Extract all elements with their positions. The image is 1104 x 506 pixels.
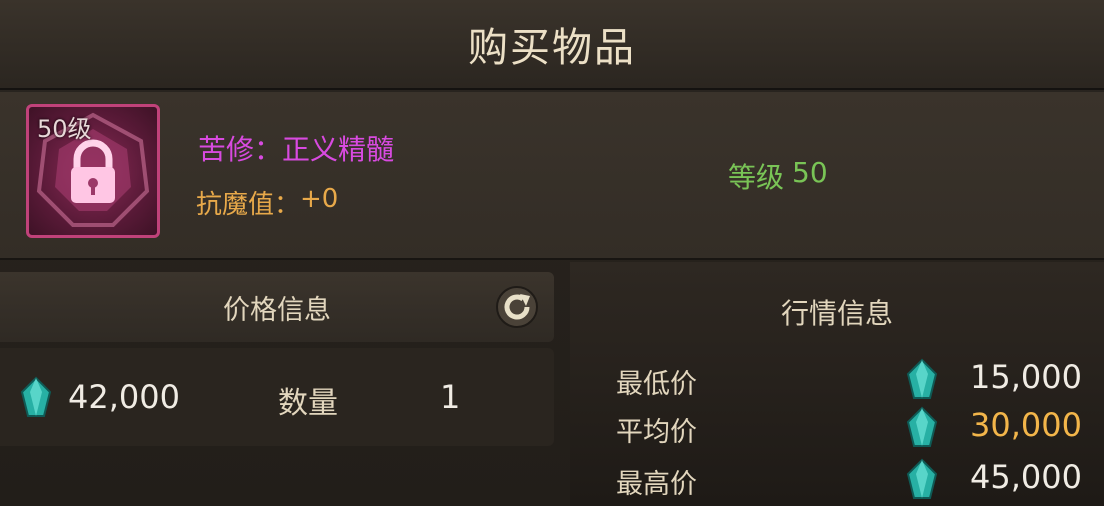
market-row-value: 45,000 [970,458,1082,496]
item-info-section: 50级 苦修： 正义精髓 抗魔值： +0 等级 50 [0,92,1104,260]
dialog-title: 购买物品 [468,25,636,71]
price-row: 42,000 数量 1 [0,348,554,446]
market-row-label: 最低价 [616,369,697,400]
market-info-title: 行情信息 [780,297,893,330]
item-level: 等级 50 [728,156,828,196]
title-bar: 购买物品 [0,0,1104,90]
refresh-icon [496,286,538,328]
market-info-panel: 行情信息 最低价 15,000 平均价 30,000 最高价 45,000 [570,262,1104,506]
attr-label: 抗魔值： [196,190,301,220]
price-info-title: 价格信息 [223,294,331,326]
market-row-label: 最高价 [616,469,697,500]
refresh-button[interactable] [494,284,540,330]
item-slot[interactable]: 50级 [26,104,160,238]
level-value: 50 [792,156,828,189]
buy-item-dialog: 购买物品 50级 苦修： 正义精髓 抗魔值： +0 等级 50 价格信息 42,… [0,0,1104,506]
quantity-label: 数量 [278,386,338,421]
market-row-label: 平均价 [616,417,697,448]
market-row-lowest: 最低价 15,000 [570,358,1104,402]
gem-icon [906,406,938,447]
market-row-highest: 最高价 45,000 [570,458,1104,502]
item-level-tag: 50级 [37,115,92,143]
attr-value: +0 [300,184,339,214]
level-label: 等级 [728,161,785,194]
gem-icon [906,358,938,399]
item-name-prefix: 苦修： [198,133,283,166]
quantity-value[interactable]: 1 [440,378,460,416]
price-info-header: 价格信息 [0,272,554,342]
item-attribute: 抗魔值： +0 [196,184,338,221]
item-name: 苦修： 正义精髓 [198,128,394,168]
item-name-text: 正义精髓 [282,133,395,166]
gem-icon [20,376,52,417]
market-row-average: 平均价 30,000 [570,406,1104,450]
price-value: 42,000 [68,378,180,416]
market-row-value: 15,000 [970,358,1082,396]
market-row-value: 30,000 [970,406,1082,444]
gem-icon [906,458,938,499]
